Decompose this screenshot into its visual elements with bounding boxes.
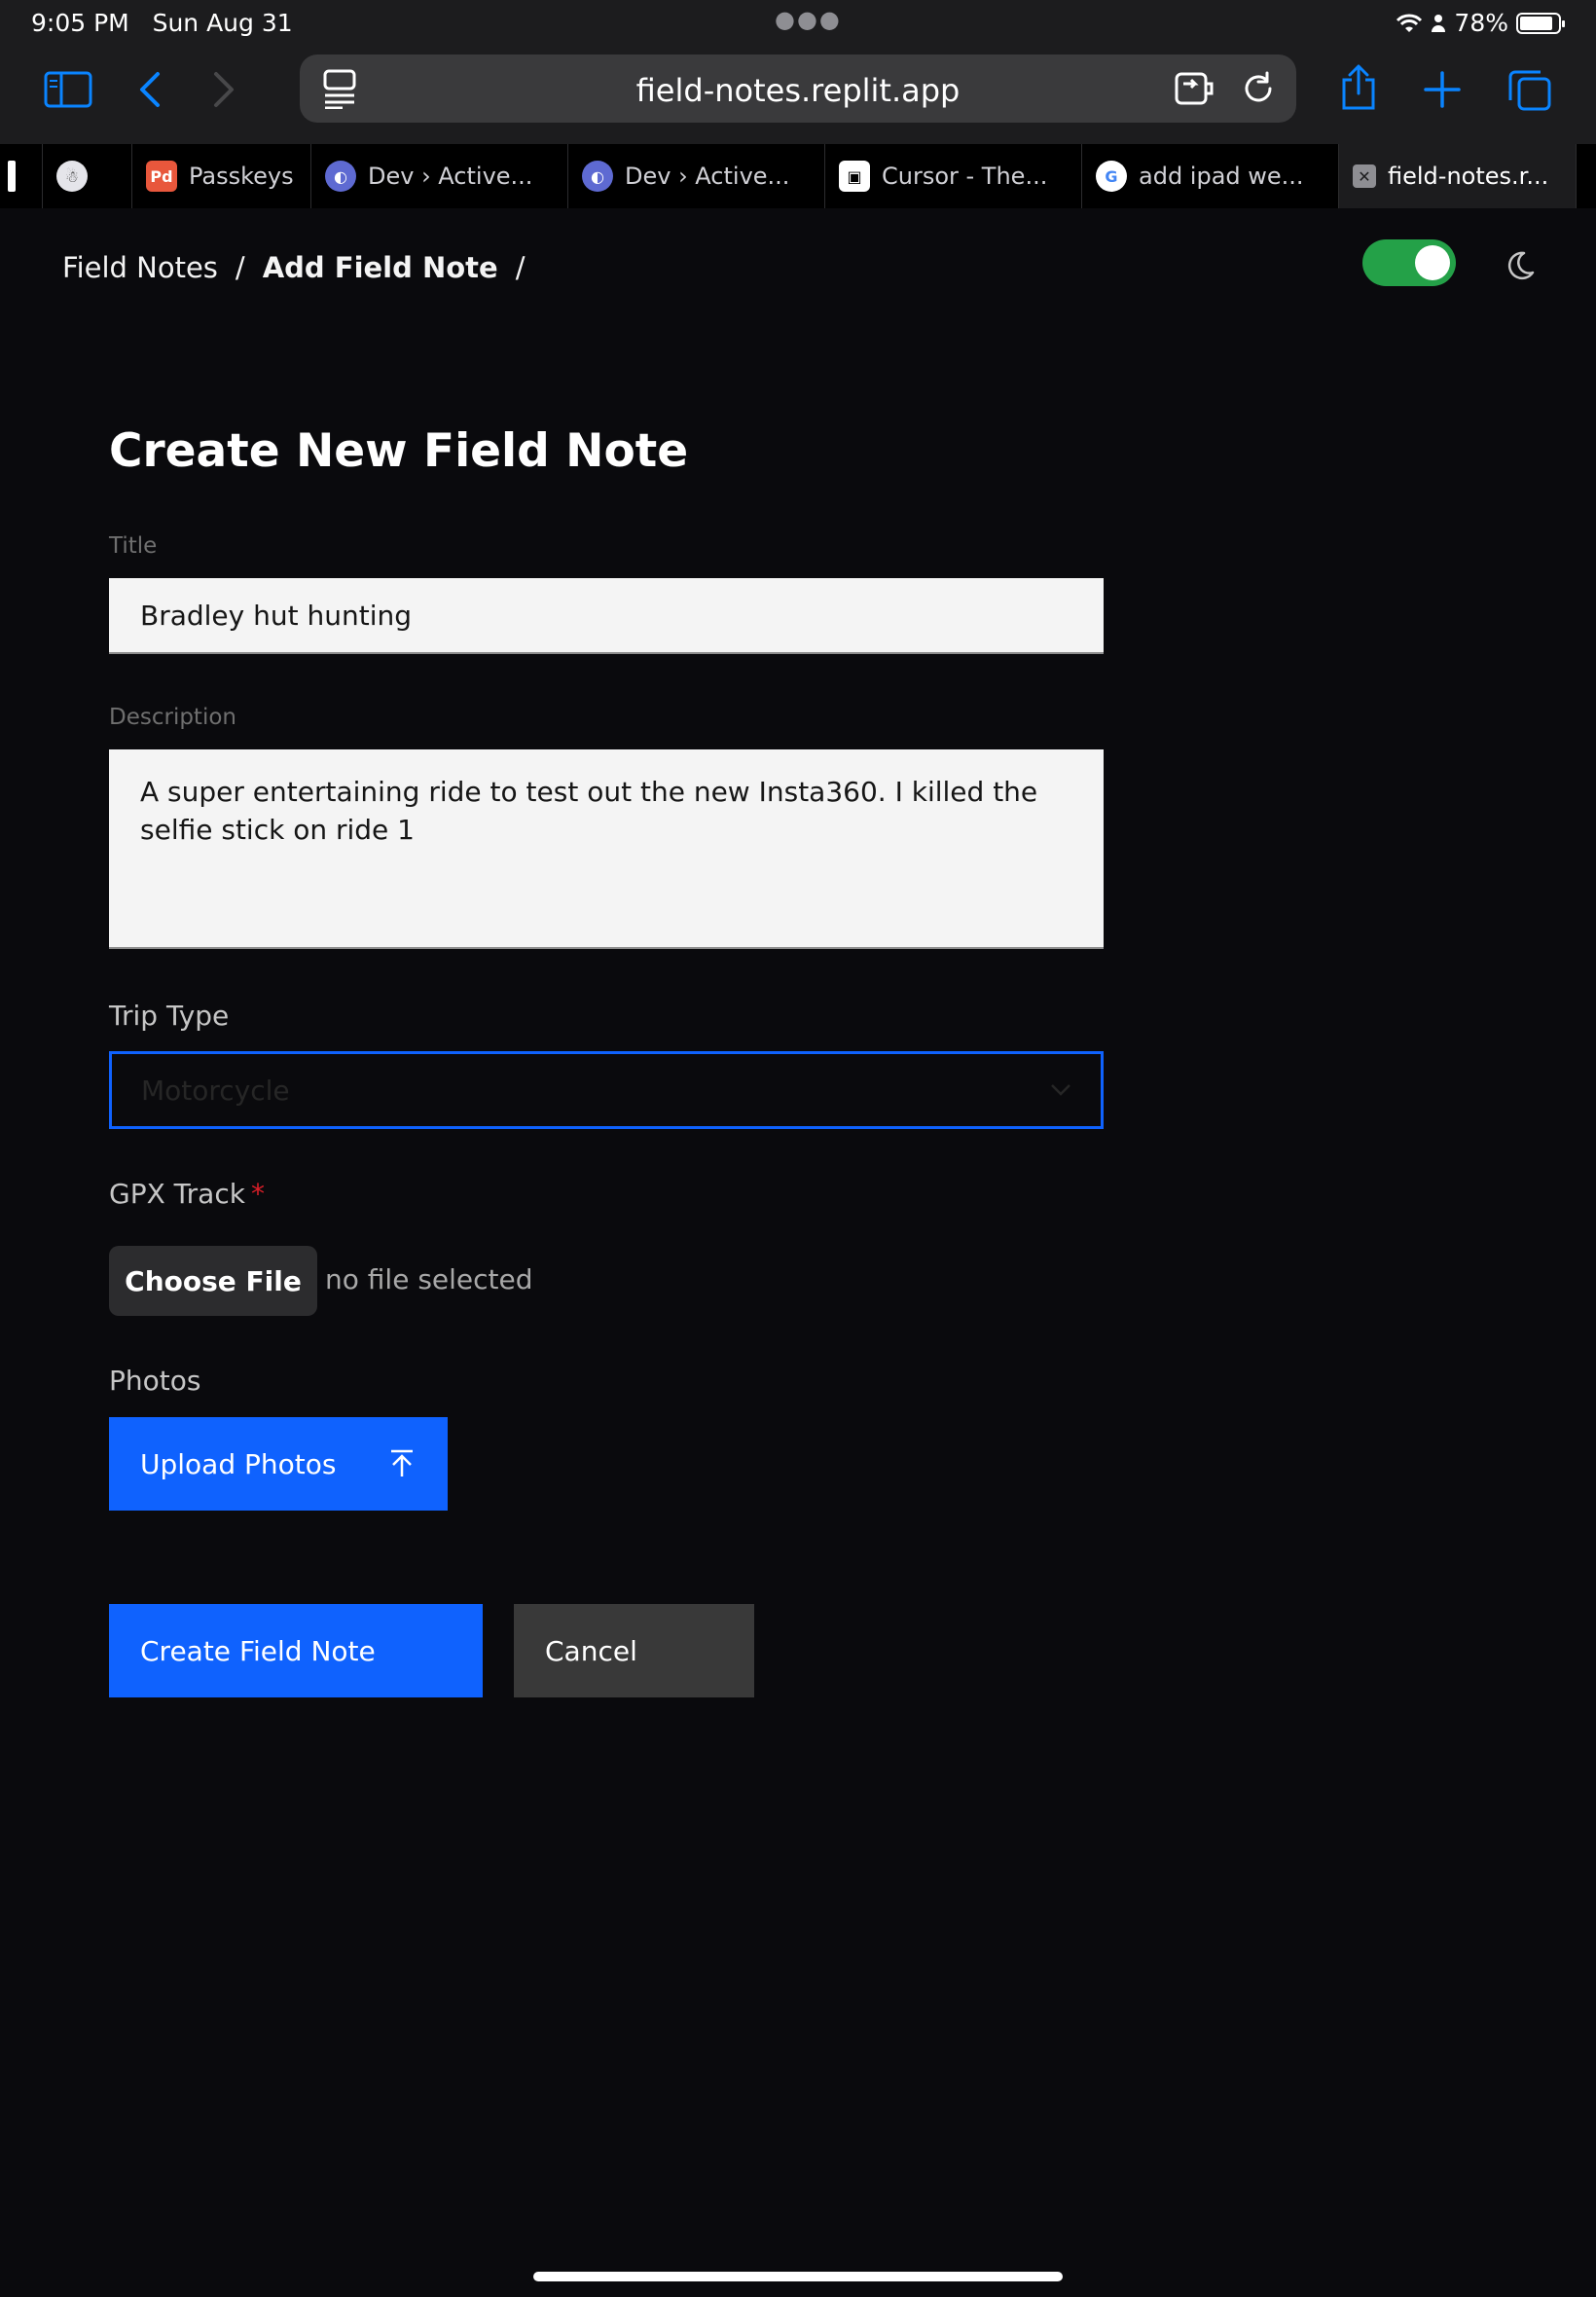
forward-icon[interactable] — [197, 62, 251, 117]
battery-icon — [1516, 12, 1565, 34]
tab-label: Cursor - The... — [882, 163, 1048, 190]
tab-item[interactable]: ▣ Cursor - The... — [825, 144, 1082, 208]
app-icon — [8, 161, 16, 192]
gpx-label-text: GPX Track — [109, 1178, 245, 1210]
ghost-icon: ☃ — [56, 161, 88, 192]
breadcrumb-current: Add Field Note — [262, 251, 498, 284]
battery-percent: 78% — [1454, 9, 1508, 37]
choose-file-button[interactable]: Choose File — [109, 1246, 317, 1316]
pd-icon: Pd — [146, 161, 177, 192]
share-icon[interactable] — [1331, 60, 1386, 115]
breadcrumb-separator: / — [235, 251, 245, 284]
tab-item-active[interactable]: ✕ field-notes.r... — [1339, 144, 1577, 208]
cancel-button[interactable]: Cancel — [514, 1604, 754, 1697]
upload-photos-label: Upload Photos — [140, 1447, 337, 1480]
title-label: Title — [109, 533, 158, 559]
google-icon: G — [1096, 161, 1127, 192]
wifi-icon — [1396, 14, 1423, 32]
title-value: Bradley hut hunting — [140, 599, 413, 632]
moon-icon — [1503, 249, 1536, 282]
tab-item[interactable] — [0, 144, 43, 208]
reload-icon[interactable] — [1240, 70, 1277, 111]
tab-overview-icon[interactable] — [1503, 62, 1557, 117]
trip-type-value: Motorcycle — [141, 1074, 290, 1107]
tab-item[interactable]: Pd Passkeys — [132, 144, 311, 208]
cursor-icon: ▣ — [839, 161, 870, 192]
multitasking-dots-icon[interactable]: ●●● — [775, 6, 842, 33]
status-time: 9:05 PM Sun Aug 31 — [31, 9, 293, 37]
tab-label: Passkeys — [189, 163, 294, 190]
sidebar-icon[interactable] — [41, 62, 95, 117]
gpx-track-label: GPX Track * — [109, 1178, 265, 1210]
page-title: Create New Field Note — [109, 424, 689, 478]
status-date: Sun Aug 31 — [152, 9, 293, 37]
description-value: A super entertaining ride to test out th… — [140, 776, 1038, 846]
upload-icon — [391, 1449, 413, 1477]
linear-icon: ◐ — [325, 161, 356, 192]
trip-type-label: Trip Type — [109, 1000, 230, 1032]
breadcrumb: Field Notes / Add Field Note / — [62, 251, 525, 284]
new-tab-icon[interactable] — [1415, 62, 1469, 117]
close-icon[interactable]: ✕ — [1353, 164, 1376, 188]
linear-icon: ◐ — [582, 161, 613, 192]
breadcrumb-link-field-notes[interactable]: Field Notes — [62, 251, 218, 284]
tab-item[interactable]: G add ipad we... — [1082, 144, 1339, 208]
description-textarea[interactable]: A super entertaining ride to test out th… — [109, 749, 1104, 949]
breadcrumb-separator: / — [515, 251, 526, 284]
person-icon — [1432, 14, 1446, 32]
home-indicator[interactable] — [533, 2272, 1063, 2281]
url-text[interactable]: field-notes.replit.app — [300, 72, 1296, 109]
no-file-text: no file selected — [325, 1263, 533, 1295]
tab-item[interactable]: ◐ Dev › Active... — [311, 144, 568, 208]
status-indicators: 78% — [1396, 9, 1565, 37]
create-field-note-button[interactable]: Create Field Note — [109, 1604, 483, 1697]
chevron-down-icon — [1051, 1084, 1070, 1096]
address-bar[interactable]: field-notes.replit.app — [300, 55, 1296, 123]
tab-label: Dev › Active... — [625, 163, 790, 190]
extension-icon[interactable] — [1174, 70, 1216, 111]
tab-item[interactable]: ☃ — [43, 144, 132, 208]
tab-item[interactable]: ◐ Dev › Active... — [568, 144, 825, 208]
trip-type-select[interactable]: Motorcycle — [109, 1051, 1104, 1129]
tab-label: add ipad we... — [1139, 163, 1304, 190]
title-input[interactable]: Bradley hut hunting — [109, 578, 1104, 654]
photos-label: Photos — [109, 1365, 201, 1397]
required-marker: * — [250, 1178, 265, 1210]
theme-toggle[interactable] — [1362, 239, 1456, 286]
toggle-knob — [1415, 245, 1450, 280]
tab-label: field-notes.r... — [1388, 163, 1549, 190]
back-icon[interactable] — [123, 62, 177, 117]
description-label: Description — [109, 705, 236, 730]
tab-label: Dev › Active... — [368, 163, 533, 190]
tab-bar: ☃ Pd Passkeys ◐ Dev › Active... ◐ Dev › … — [0, 144, 1596, 208]
upload-photos-button[interactable]: Upload Photos — [109, 1417, 448, 1511]
status-clock: 9:05 PM — [31, 9, 129, 37]
